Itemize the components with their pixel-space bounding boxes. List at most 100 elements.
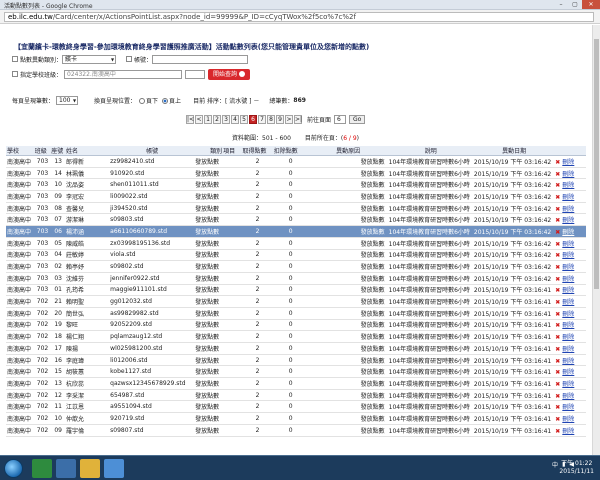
prev-page-button[interactable]: <	[195, 115, 203, 124]
per-page-select[interactable]: 100	[56, 96, 79, 105]
maximize-button[interactable]: ▢	[568, 0, 582, 9]
delete-link[interactable]: 刪除	[562, 334, 574, 341]
delete-icon[interactable]: ✖	[555, 276, 560, 283]
col-date[interactable]: 異動日期	[472, 146, 555, 156]
delete-icon[interactable]: ✖	[555, 206, 560, 213]
page-link[interactable]: 7	[258, 115, 266, 124]
table-row[interactable]: 南澳高中 703 06 楊沛涵 a66110660789.std 發放點數 2 0 發放點數 10…	[6, 225, 586, 238]
search-button[interactable]: 開始查詢	[208, 68, 251, 80]
table-row[interactable]: 南澳高中 702 12 李采潔 654987.std 發放點數 2 0 發放點數 104年環境教育…	[6, 389, 586, 402]
table-row[interactable]: 南澳高中 702 19 黎旺 92052209.std 發放點數 2 0 發放點數 104年環境教…	[6, 319, 586, 332]
table-row[interactable]: 南澳高中 702 21 賴明聖 gg012032.std 發放點數 2 0 發放點數 104年環境…	[6, 295, 586, 308]
page-link[interactable]: 2	[213, 115, 221, 124]
delete-icon[interactable]: ✖	[555, 322, 560, 329]
delete-link[interactable]: 刪除	[562, 428, 574, 435]
table-row[interactable]: 南澳高中 702 10 仲歆允 920719.std 發放點數 2 0 發放點數 104年環境教育…	[6, 412, 586, 425]
account-checkbox[interactable]	[126, 56, 133, 62]
table-row[interactable]: 南澳高中 703 05 陳威皓 zx03998195136.std 發放點數 2 0 發放點數 1…	[6, 237, 586, 250]
goto-page-input[interactable]: 6	[334, 115, 347, 124]
table-row[interactable]: 南澳高中 703 02 賴亭妤 s09802.std 發放點數 2 0 發放點數 104年環境教育…	[6, 260, 586, 273]
table-row[interactable]: 南澳高中 703 09 李冠宏 li009022.std 發放點數 2 0 發放點數 104年環境…	[6, 190, 586, 203]
delete-icon[interactable]: ✖	[555, 346, 560, 353]
school-select[interactable]: 024322.南澳高中	[64, 69, 183, 79]
delete-icon[interactable]: ✖	[555, 171, 560, 178]
col-reason[interactable]: 異動原因	[307, 146, 388, 156]
delete-link[interactable]: 刪除	[562, 393, 574, 400]
page-link-current[interactable]: 6	[249, 115, 257, 124]
minimize-button[interactable]: –	[554, 0, 568, 9]
chrome-icon[interactable]	[104, 459, 124, 478]
position-top-radio[interactable]	[162, 97, 169, 104]
table-row[interactable]: 南澳高中 703 01 孔筠希 maggie911101.std 發放點數 2 0 發放點數 10…	[6, 284, 586, 297]
page-link[interactable]: 3	[222, 115, 230, 124]
table-row[interactable]: 南澳高中 702 13 杭欣蕊 qazwsx12345678929.std 發放點數 2 0 發…	[6, 377, 586, 390]
explorer-icon[interactable]	[56, 459, 76, 478]
delete-link[interactable]: 刪除	[562, 229, 574, 236]
delete-link[interactable]: 刪除	[562, 182, 574, 189]
table-row[interactable]: 南澳高中 702 11 江苡恩 a9551094.std 發放點數 2 0 發放點數 104年環境…	[6, 400, 586, 414]
delete-link[interactable]: 刪除	[562, 358, 574, 365]
class-input[interactable]	[185, 69, 206, 79]
delete-icon[interactable]: ✖	[555, 369, 560, 376]
delete-icon[interactable]: ✖	[555, 217, 560, 224]
activity-type-select[interactable]: 繽卡	[62, 54, 117, 64]
delete-link[interactable]: 刪除	[562, 159, 574, 166]
delete-icon[interactable]: ✖	[555, 428, 560, 435]
table-row[interactable]: 南澳高中 702 20 簡世弘 as99829982.std 發放點數 2 0 發放點數 104年…	[6, 307, 586, 320]
vertical-scrollbar[interactable]	[592, 25, 600, 455]
table-row[interactable]: 南澳高中 703 04 莊敏婷 viola.std 發放點數 2 0 發放點數 104年環境教育研…	[6, 249, 586, 262]
delete-link[interactable]: 刪除	[562, 194, 574, 201]
table-row[interactable]: 南澳高中 703 13 郎得新 zz9982410.std 發放點數 2 0 發放點數 104年環…	[6, 155, 586, 168]
delete-icon[interactable]: ✖	[555, 182, 560, 189]
col-deducted[interactable]: 扣除點數	[272, 146, 308, 156]
close-button[interactable]: ✕	[582, 0, 600, 9]
table-row[interactable]: 南澳高中 703 07 游潔琳 s09803.std 發放點數 2 0 發放點數 104年環境教育…	[6, 213, 586, 227]
col-seat[interactable]: 座號	[50, 146, 66, 156]
col-name[interactable]: 姓名	[65, 146, 110, 156]
col-category[interactable]: 類別	[194, 146, 223, 156]
delete-icon[interactable]: ✖	[555, 299, 560, 306]
page-link[interactable]: 1	[204, 115, 212, 124]
next-page-button[interactable]: >	[285, 115, 293, 124]
delete-link[interactable]: 刪除	[562, 346, 574, 353]
table-row[interactable]: 南澳高中 703 10 沈品姿 shen011011.std 發放點數 2 0 發放點數 104年…	[6, 178, 586, 192]
ime-indicator[interactable]: 中	[552, 460, 558, 469]
delete-link[interactable]: 刪除	[562, 369, 574, 376]
excel-icon[interactable]	[32, 459, 52, 478]
scrollbar-thumb[interactable]	[594, 39, 599, 289]
page-link[interactable]: 9	[276, 115, 284, 124]
delete-link[interactable]: 刪除	[562, 299, 574, 306]
delete-icon[interactable]: ✖	[555, 229, 560, 236]
delete-icon[interactable]: ✖	[555, 358, 560, 365]
delete-link[interactable]: 刪除	[562, 381, 574, 388]
table-row[interactable]: 南澳高中 702 09 羅宇倫 s09807.std 發放點數 2 0 發放點數 104年環境教育…	[6, 424, 586, 437]
delete-link[interactable]: 刪除	[562, 287, 574, 294]
delete-icon[interactable]: ✖	[555, 264, 560, 271]
col-gained[interactable]: 取得點數	[241, 146, 273, 156]
delete-link[interactable]: 刪除	[562, 241, 574, 248]
last-page-button[interactable]: >|	[294, 115, 302, 124]
delete-link[interactable]: 刪除	[562, 322, 574, 329]
delete-link[interactable]: 刪除	[562, 416, 574, 423]
position-bottom-radio[interactable]	[139, 97, 146, 104]
delete-link[interactable]: 刪除	[562, 276, 574, 283]
page-link[interactable]: 4	[231, 115, 239, 124]
school-checkbox[interactable]	[12, 71, 18, 77]
page-link[interactable]: 8	[267, 115, 275, 124]
url-field[interactable]: eb.ilc.edu.tw/Card/center/x/ActionsPoint…	[4, 12, 594, 22]
go-button[interactable]: Go	[349, 115, 366, 124]
col-class[interactable]: 班級	[33, 146, 51, 156]
table-row[interactable]: 南澳高中 702 17 陳揚 wl025981200.std 發放點數 2 0 發放點數 104年…	[6, 342, 586, 355]
delete-icon[interactable]: ✖	[555, 393, 560, 400]
activity-type-checkbox[interactable]	[12, 56, 18, 62]
table-row[interactable]: 南澳高中 703 14 林珮儀 910920.std 發放點數 2 0 發放點數 104年環境教育…	[6, 167, 586, 180]
delete-link[interactable]: 刪除	[562, 171, 574, 178]
delete-icon[interactable]: ✖	[555, 287, 560, 294]
delete-link[interactable]: 刪除	[562, 264, 574, 271]
col-note[interactable]: 說明	[387, 146, 473, 156]
table-row[interactable]: 南澳高中 702 15 胡筱蕙 kobe1127.std 發放點數 2 0 發放點數 104年環境…	[6, 365, 586, 379]
table-row[interactable]: 南澳高中 703 08 查馨兒 ji394520.std 發放點數 2 0 發放點數 104年環境…	[6, 202, 586, 215]
delete-icon[interactable]: ✖	[555, 194, 560, 201]
delete-link[interactable]: 刪除	[562, 217, 574, 224]
start-button[interactable]	[4, 459, 23, 478]
